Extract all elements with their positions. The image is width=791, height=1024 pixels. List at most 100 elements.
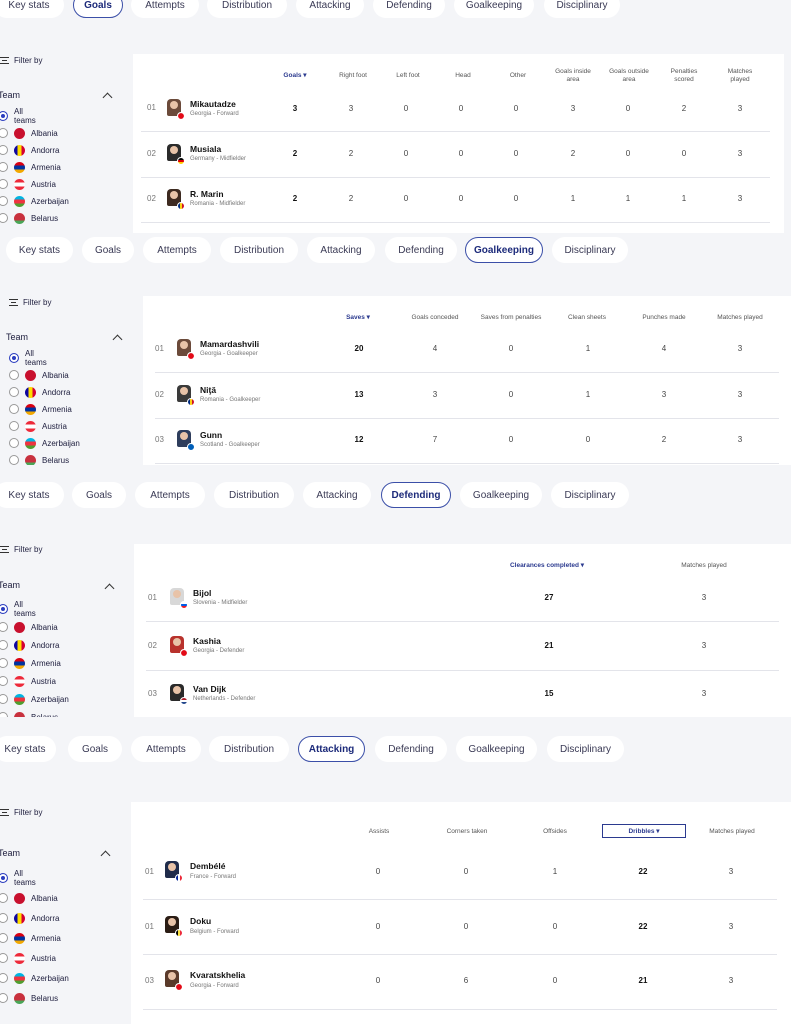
table-row[interactable]: 02 R. Marin Romania - Midfielder 2 2 0 0… <box>141 179 770 223</box>
team-option-austria[interactable]: Austria <box>0 674 56 688</box>
filter-by[interactable]: Filter by <box>0 56 42 65</box>
filter-by[interactable]: Filter by <box>0 808 42 817</box>
tab-attempts[interactable]: Attempts <box>143 237 211 263</box>
tab-distribution[interactable]: Distribution <box>209 736 289 762</box>
col-header[interactable]: Dribbles ▾ <box>612 828 676 836</box>
col-header[interactable]: Corners taken <box>437 828 497 836</box>
player-name[interactable]: Bijol <box>193 588 211 598</box>
table-row[interactable]: 02 Musiala Germany - Midfielder 2 2 0 0 … <box>141 133 770 178</box>
team-option-all[interactable]: All teams <box>0 869 36 887</box>
team-option-armenia[interactable]: Armenia <box>0 931 61 945</box>
tab-attacking[interactable]: Attacking <box>303 482 371 508</box>
player-name[interactable]: Gunn <box>200 430 222 440</box>
tab-goalkeeping[interactable]: Goalkeeping <box>460 482 542 508</box>
player-name[interactable]: Kvaratskhelia <box>190 970 245 980</box>
col-header[interactable]: Matches played <box>712 314 768 322</box>
tab-disciplinary[interactable]: Disciplinary <box>544 0 620 18</box>
team-option-andorra[interactable]: Andorra <box>0 143 59 157</box>
tab-attempts[interactable]: Attempts <box>131 0 199 18</box>
filter-by[interactable]: Filter by <box>0 545 42 554</box>
team-option-azerbaijan[interactable]: Azerbaijan <box>0 692 69 706</box>
table-row[interactable]: 03 Kvaratskhelia Georgia - Forward 0 6 0… <box>143 956 777 1010</box>
team-option-austria[interactable]: Austria <box>9 419 67 433</box>
team-option-azerbaijan[interactable]: Azerbaijan <box>9 436 80 450</box>
tab-disciplinary[interactable]: Disciplinary <box>547 736 624 762</box>
col-header[interactable]: Matches played <box>718 68 762 84</box>
table-row[interactable]: 03 Van Dijk Netherlands - Defender 15 3 <box>146 672 779 717</box>
tab-attempts[interactable]: Attempts <box>131 736 201 762</box>
tab-attacking[interactable]: Attacking <box>296 0 364 18</box>
table-row[interactable]: 01 Mamardashvili Georgia - Goalkeeper 20… <box>155 328 779 373</box>
tab-goals[interactable]: Goals <box>68 736 122 762</box>
tab-defending[interactable]: Defending <box>375 736 447 762</box>
table-row[interactable]: 01 Bijol Slovenia - Midfielder 27 3 <box>146 576 779 622</box>
team-option-all[interactable]: All teams <box>0 107 36 125</box>
col-header[interactable]: Left foot <box>386 72 430 80</box>
team-option-all[interactable]: All teams <box>9 349 47 367</box>
tab-key-stats[interactable]: Key stats <box>6 237 73 263</box>
col-header[interactable]: Offsides <box>531 828 579 836</box>
team-option-austria[interactable]: Austria <box>0 951 56 965</box>
col-header[interactable]: Right foot <box>331 72 375 80</box>
col-header[interactable]: Saves ▾ <box>333 314 383 322</box>
team-option-armenia[interactable]: Armenia <box>0 656 61 670</box>
tab-goals[interactable]: Goals <box>82 237 134 263</box>
team-option-azerbaijan[interactable]: Azerbaijan <box>0 971 69 985</box>
player-name[interactable]: Mikautadze <box>190 99 236 109</box>
table-row[interactable]: 01 Mikautadze Georgia - Forward 3 3 0 0 … <box>141 90 770 132</box>
col-header[interactable]: Goals outside area <box>606 68 652 84</box>
tab-goals[interactable]: Goals <box>72 482 126 508</box>
col-header[interactable]: Matches played <box>674 562 734 570</box>
chevron-up-icon[interactable] <box>112 334 123 345</box>
table-row[interactable]: 02 Kashia Georgia - Defender 21 3 <box>146 623 779 671</box>
team-option-albania[interactable]: Albania <box>0 620 58 634</box>
team-option-armenia[interactable]: Armenia <box>0 160 61 174</box>
tab-goalkeeping[interactable]: Goalkeeping <box>454 0 534 18</box>
tab-distribution[interactable]: Distribution <box>207 0 287 18</box>
col-header[interactable]: Head <box>441 72 485 80</box>
col-header[interactable]: Goals ▾ <box>273 72 317 80</box>
team-option-all[interactable]: All teams <box>0 600 36 618</box>
tab-distribution[interactable]: Distribution <box>220 237 298 263</box>
tab-goalkeeping[interactable]: Goalkeeping <box>456 736 537 762</box>
tab-key-stats[interactable]: Key stats <box>0 482 64 508</box>
tab-distribution[interactable]: Distribution <box>214 482 294 508</box>
tab-defending[interactable]: Defending <box>385 237 457 263</box>
table-row[interactable]: 02 Niţă Romania - Goalkeeper 13 3 0 1 3 … <box>155 374 779 419</box>
team-option-belarus[interactable]: Belarus <box>0 991 58 1005</box>
tab-key-stats[interactable]: Key stats <box>0 0 64 18</box>
table-row[interactable]: 01 Doku Belgium - Forward 0 0 0 22 3 <box>143 901 777 955</box>
team-option-andorra[interactable]: Andorra <box>0 638 59 652</box>
tab-key-stats[interactable]: Key stats <box>0 736 56 762</box>
player-name[interactable]: Van Dijk <box>193 684 226 694</box>
tab-defending[interactable]: Defending <box>373 0 445 18</box>
player-name[interactable]: Mamardashvili <box>200 339 259 349</box>
player-name[interactable]: R. Marin <box>190 189 224 199</box>
team-option-albania[interactable]: Albania <box>0 891 58 905</box>
filter-by[interactable]: Filter by <box>9 298 51 307</box>
col-header[interactable]: Goals inside area <box>551 68 595 84</box>
player-name[interactable]: Dembélé <box>190 861 225 871</box>
team-option-belarus[interactable]: Belarus <box>0 211 58 225</box>
tab-disciplinary[interactable]: Disciplinary <box>552 237 628 263</box>
col-header[interactable]: Clearances completed ▾ <box>502 562 592 570</box>
team-option-belarus[interactable]: Belarus <box>0 710 58 717</box>
team-option-azerbaijan[interactable]: Azerbaijan <box>0 194 69 208</box>
tab-defending[interactable]: Defending <box>381 482 451 508</box>
team-option-armenia[interactable]: Armenia <box>9 402 72 416</box>
col-header[interactable]: Punches made <box>636 314 692 322</box>
player-name[interactable]: Musiala <box>190 144 221 154</box>
team-option-albania[interactable]: Albania <box>0 126 58 140</box>
tab-attacking[interactable]: Attacking <box>307 237 375 263</box>
table-row[interactable]: 01 Dembélé France - Forward 0 0 1 22 3 <box>143 846 777 900</box>
col-header[interactable]: Penalties scored <box>662 68 706 84</box>
player-name[interactable]: Kashia <box>193 636 221 646</box>
chevron-up-icon[interactable] <box>100 850 111 861</box>
col-header[interactable]: Goals conceded <box>405 314 465 322</box>
tab-goals[interactable]: Goals <box>73 0 123 18</box>
team-option-andorra[interactable]: Andorra <box>9 385 70 399</box>
team-option-austria[interactable]: Austria <box>0 177 56 191</box>
tab-goalkeeping[interactable]: Goalkeeping <box>465 237 543 263</box>
player-name[interactable]: Niţă <box>200 385 216 395</box>
table-row[interactable]: 03 Gunn Scotland - Goalkeeper 12 7 0 0 2… <box>155 420 779 464</box>
